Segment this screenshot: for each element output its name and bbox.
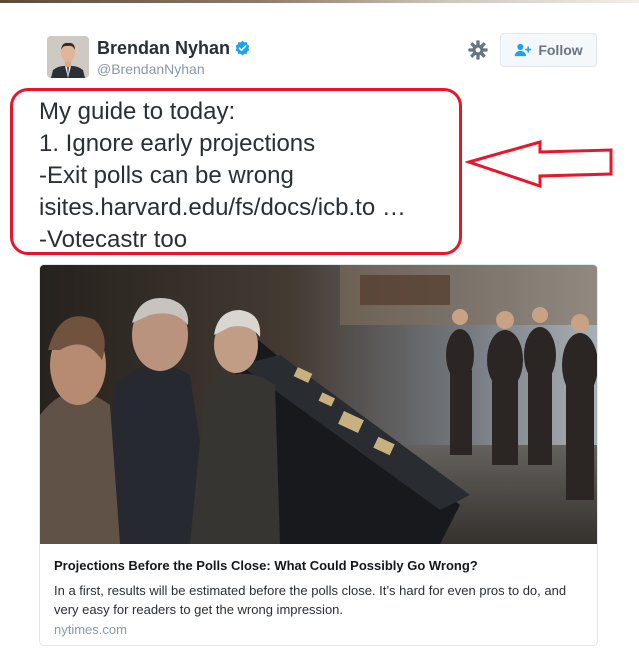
avatar[interactable] <box>47 36 89 78</box>
card-title[interactable]: Projections Before the Polls Close: What… <box>54 558 584 573</box>
user-name[interactable]: Brendan Nyhan <box>97 38 230 59</box>
verified-badge-icon <box>235 40 250 56</box>
card-domain: nytimes.com <box>54 622 127 637</box>
gear-icon[interactable] <box>467 39 489 61</box>
card-description: In a first, results will be estimated be… <box>54 583 567 617</box>
user-handle[interactable]: @BrendanNyhan <box>97 61 205 77</box>
voting-booths-photo <box>40 265 597 544</box>
add-user-icon <box>515 43 532 57</box>
follow-button[interactable]: Follow <box>500 33 597 67</box>
link-preview-card[interactable]: Projections Before the Polls Close: What… <box>39 264 598 646</box>
annotation-arrow-icon <box>465 140 613 189</box>
top-photo-strip <box>0 0 639 3</box>
annotation-highlight-box <box>10 88 462 255</box>
follow-label: Follow <box>538 42 583 58</box>
